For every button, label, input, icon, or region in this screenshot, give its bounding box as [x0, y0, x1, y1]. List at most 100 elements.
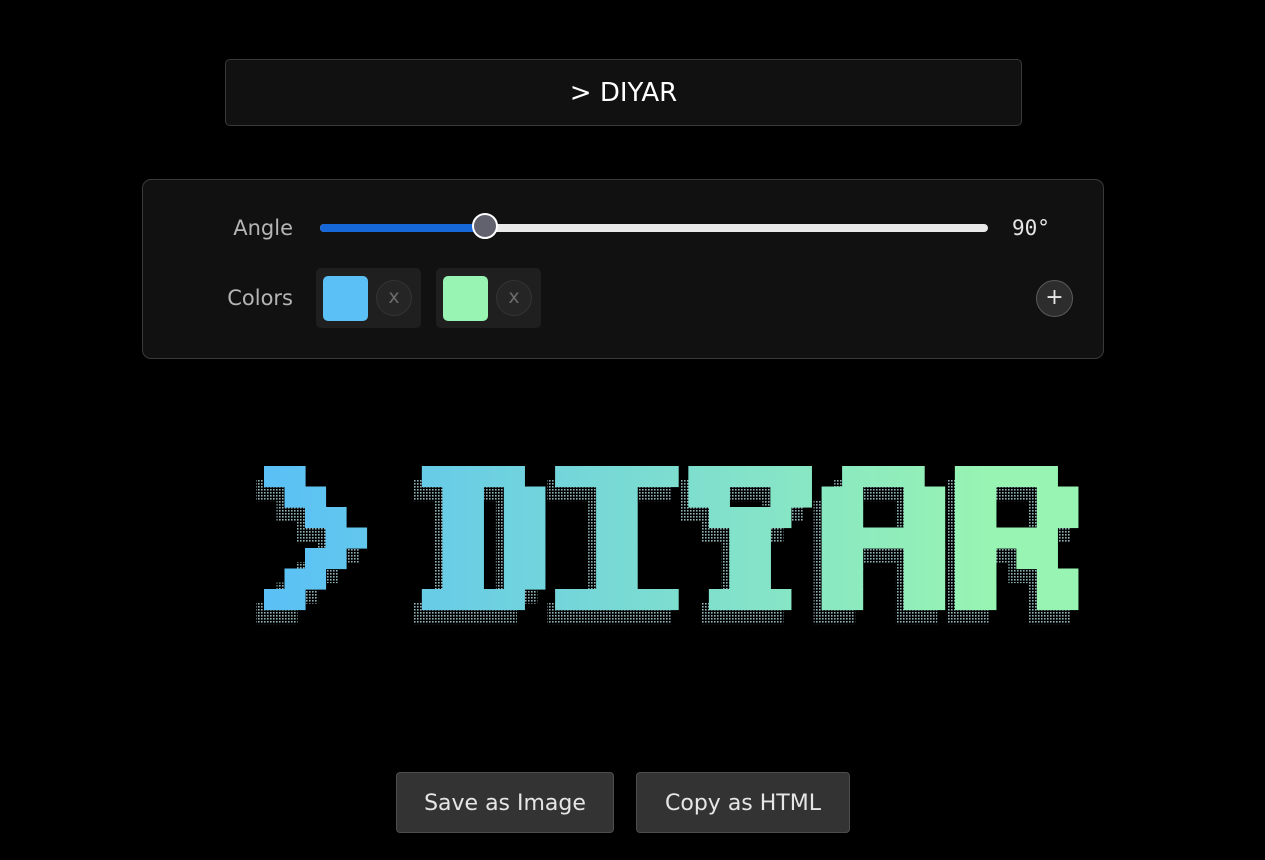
- glyph-shadow-cell: [834, 603, 856, 625]
- glyph-shadow-cell: [608, 562, 630, 584]
- remove-color-2-button[interactable]: x: [496, 280, 532, 316]
- glyph-shadow-cell: [700, 521, 722, 543]
- glyph-pixel: [284, 486, 306, 508]
- glyph-shadow-cell: [608, 480, 630, 502]
- glyph-shadow-cell: [1049, 521, 1071, 543]
- glyph-pixel: [954, 466, 976, 488]
- glyph-shadow-cell: [721, 521, 743, 543]
- color-chip-2[interactable]: [443, 276, 488, 321]
- angle-slider-thumb[interactable]: [472, 213, 498, 239]
- copy-as-html-button[interactable]: Copy as HTML: [636, 772, 850, 833]
- glyph-shadow-cell: [700, 500, 722, 522]
- glyph-pixel: [862, 527, 884, 549]
- glyph-shadow-cell: [588, 582, 610, 604]
- glyph-pixel: [842, 486, 864, 508]
- glyph-shadow-cell: [547, 480, 569, 502]
- glyph-pixel: [749, 527, 771, 549]
- glyph-pixel: [325, 507, 347, 529]
- glyph-shadow-cell: [256, 480, 278, 502]
- glyph-shadow-cell: [895, 562, 917, 584]
- glyph-shadow-cell: [895, 521, 917, 543]
- glyph-pixel: [954, 548, 976, 570]
- glyph-pixel: [924, 548, 946, 570]
- remove-color-1-button[interactable]: x: [376, 280, 412, 316]
- glyph-shadow-cell: [813, 500, 835, 522]
- glyph-shadow-cell: [813, 562, 835, 584]
- glyph-shadow-cell: [721, 562, 743, 584]
- glyph-pixel: [954, 589, 976, 611]
- glyph-pixel: [596, 568, 618, 590]
- glyph-pixel: [575, 589, 597, 611]
- glyph-shadow-cell: [895, 500, 917, 522]
- glyph-shadow-cell: [516, 500, 538, 522]
- glyph-shadow-cell: [946, 582, 968, 604]
- glyph-pixel: [729, 507, 751, 529]
- glyph-shadow-cell: [782, 500, 804, 522]
- glyph-shadow-cell: [721, 582, 743, 604]
- glyph-shadow-cell: [700, 603, 722, 625]
- glyph-shadow-cell: [516, 582, 538, 604]
- glyph-pixel: [524, 568, 546, 590]
- color-chip-1[interactable]: [323, 276, 368, 321]
- glyph-shadow-cell: [1028, 480, 1050, 502]
- glyph-pixel: [596, 507, 618, 529]
- glyph-shadow-cell: [434, 541, 456, 563]
- glyph-shadow-cell: [721, 480, 743, 502]
- add-color-button[interactable]: +: [1036, 280, 1073, 317]
- glyph-shadow-cell: [741, 541, 763, 563]
- glyph-pixel: [903, 507, 925, 529]
- glyph-pixel: [821, 486, 843, 508]
- glyph-pixel: [596, 486, 618, 508]
- glyph-shadow-cell: [276, 603, 298, 625]
- glyph-shadow-cell: [762, 480, 784, 502]
- glyph-pixel: [842, 466, 864, 488]
- angle-slider-fill: [320, 224, 487, 232]
- banner-text-glyphs: [264, 466, 1079, 611]
- glyph-shadow-cell: [317, 541, 339, 563]
- banner-text-input[interactable]: [226, 60, 1021, 125]
- glyph-shadow-cell: [967, 480, 989, 502]
- glyph-pixel: [708, 466, 730, 488]
- glyph-pixel: [524, 507, 546, 529]
- glyph-pixel: [503, 486, 525, 508]
- glyph-shadow-cell: [741, 582, 763, 604]
- glyph-shadow-cell: [967, 562, 989, 584]
- glyph-shadow-cell: [608, 500, 630, 522]
- glyph-shadow-cell: [317, 521, 339, 543]
- glyph-shadow-cell: [946, 480, 968, 502]
- glyph-pixel: [903, 466, 925, 488]
- angle-slider[interactable]: [320, 213, 988, 239]
- glyph-pixel: [264, 589, 286, 611]
- glyph-pixel: [749, 548, 771, 570]
- save-as-image-button[interactable]: Save as Image: [396, 772, 614, 833]
- glyph-pixel: [462, 507, 484, 529]
- glyph-pixel: [821, 548, 843, 570]
- glyph-pixel: [637, 466, 659, 488]
- glyph-pixel: [616, 568, 638, 590]
- glyph-shadow-cell: [916, 500, 938, 522]
- glyph-shadow-cell: [454, 582, 476, 604]
- glyph-pixel: [596, 548, 618, 570]
- glyph-shadow-cell: [1049, 603, 1071, 625]
- glyph-shadow-cell: [276, 582, 298, 604]
- glyph-shadow-cell: [495, 603, 517, 625]
- glyph-shadow-cell: [916, 541, 938, 563]
- glyph-pixel: [305, 486, 327, 508]
- glyph-shadow-cell: [834, 582, 856, 604]
- controls-panel: Angle 90° Colors x x +: [142, 179, 1104, 359]
- glyph-pixel: [1057, 568, 1079, 590]
- glyph-pixel: [657, 589, 679, 611]
- glyph-pixel: [1016, 466, 1038, 488]
- glyph-shadow-cell: [454, 562, 476, 584]
- glyph-pixel: [770, 486, 792, 508]
- glyph-shadow-cell: [495, 500, 517, 522]
- glyph-pixel: [862, 466, 884, 488]
- glyph-pixel: [954, 486, 976, 508]
- glyph-pixel: [503, 466, 525, 488]
- glyph-pixel: [305, 548, 327, 570]
- glyph-pixel: [842, 589, 864, 611]
- glyph-shadow-cell: [495, 521, 517, 543]
- glyph-pixel: [708, 486, 730, 508]
- glyph-pixel: [790, 486, 812, 508]
- glyph-shadow-cell: [547, 603, 569, 625]
